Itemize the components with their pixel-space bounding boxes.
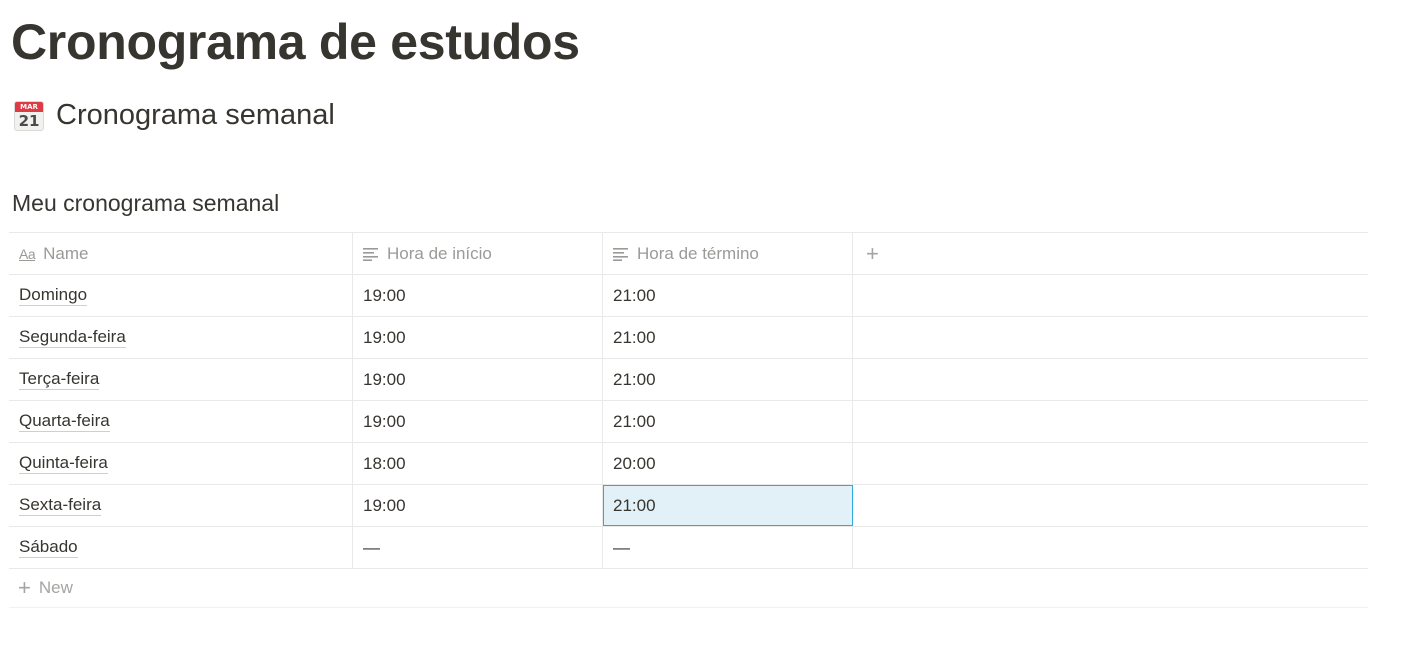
add-new-row-button[interactable]: + New [9,569,1368,608]
cell-hora-de-inicio[interactable]: 19:00 [353,485,603,526]
cell-value: — [613,537,630,557]
section-heading-text[interactable]: Cronograma semanal [56,99,335,132]
text-property-icon [363,247,379,261]
table-row[interactable]: Terça-feira 19:00 21:00 [9,359,1368,401]
column-header-hora-de-inicio[interactable]: Hora de início [353,233,603,274]
cell-hora-de-inicio[interactable]: 19:00 [353,275,603,316]
cell-value: 19:00 [363,369,406,389]
cell-value: 21:00 [613,327,656,347]
cell-name[interactable]: Segunda-feira [9,317,353,358]
cell-name[interactable]: Terça-feira [9,359,353,400]
cell-hora-de-termino[interactable]: 20:00 [603,443,853,484]
row-name[interactable]: Terça-feira [19,369,100,390]
row-name[interactable]: Quarta-feira [19,411,110,432]
column-header-label: Hora de início [387,243,492,263]
cell-empty [853,359,1368,400]
cell-value: 21:00 [613,495,656,515]
row-name[interactable]: Sexta-feira [19,495,102,516]
table-row[interactable]: Sexta-feira 19:00 21:00 [9,485,1368,527]
cell-hora-de-inicio[interactable]: 19:00 [353,401,603,442]
table-header-row: Aa Name Hora de início Hora de término + [9,233,1368,275]
database-title[interactable]: Meu cronograma semanal [12,190,279,217]
cell-hora-de-termino[interactable]: 21:00 [603,317,853,358]
table-row[interactable]: Quarta-feira 19:00 21:00 [9,401,1368,443]
cell-empty [853,443,1368,484]
add-column-cell: + [853,233,1368,274]
plus-icon[interactable]: + [866,241,879,267]
cell-hora-de-inicio[interactable]: — [353,527,603,568]
cell-value: 21:00 [613,369,656,389]
page: Cronograma de estudos MAR 21 Cronograma … [0,0,1401,648]
new-row-label: New [38,578,73,597]
selected-cell-hora-de-termino[interactable]: 21:00 [603,485,853,526]
cell-hora-de-inicio[interactable]: 18:00 [353,443,603,484]
cell-value: — [363,537,380,557]
cell-value: 18:00 [363,453,406,473]
column-header-label: Hora de término [637,243,759,263]
cell-hora-de-termino[interactable]: — [603,527,853,568]
column-header-hora-de-termino[interactable]: Hora de término [603,233,853,274]
calendar-month: MAR [15,102,43,112]
calendar-icon[interactable]: MAR 21 [14,101,44,131]
page-title[interactable]: Cronograma de estudos [11,10,580,74]
row-name[interactable]: Segunda-feira [19,327,126,348]
cell-empty [853,527,1368,568]
cell-value: 19:00 [363,495,406,515]
cell-empty [853,401,1368,442]
calendar-day: 21 [18,112,40,130]
cell-value: 19:00 [363,411,406,431]
row-name[interactable]: Sábado [19,537,78,558]
row-name[interactable]: Quinta-feira [19,453,108,474]
section-heading[interactable]: MAR 21 Cronograma semanal [14,95,335,135]
table-row[interactable]: Sábado — — [9,527,1368,569]
table-row[interactable]: Segunda-feira 19:00 21:00 [9,317,1368,359]
cell-value: 19:00 [363,327,406,347]
table-row[interactable]: Quinta-feira 18:00 20:00 [9,443,1368,485]
cell-hora-de-inicio[interactable]: 19:00 [353,359,603,400]
cell-value: 19:00 [363,285,406,305]
column-header-label: Name [43,243,89,263]
cell-hora-de-inicio[interactable]: 19:00 [353,317,603,358]
cell-name[interactable]: Quarta-feira [9,401,353,442]
cell-hora-de-termino[interactable]: 21:00 [603,359,853,400]
table-row[interactable]: Domingo 19:00 21:00 [9,275,1368,317]
cell-empty [853,317,1368,358]
cell-hora-de-termino[interactable]: 21:00 [603,401,853,442]
cell-name[interactable]: Quinta-feira [9,443,353,484]
column-header-name[interactable]: Aa Name [9,233,353,274]
cell-name[interactable]: Sexta-feira [9,485,353,526]
cell-value: 21:00 [613,285,656,305]
cell-name[interactable]: Sábado [9,527,353,568]
plus-icon: + [18,575,31,600]
cell-value: 21:00 [613,411,656,431]
title-property-icon: Aa [19,245,36,262]
cell-value: 20:00 [613,453,656,473]
text-property-icon [613,247,629,261]
row-name[interactable]: Domingo [19,285,88,306]
cell-hora-de-termino[interactable]: 21:00 [603,275,853,316]
cell-empty [853,485,1368,526]
cell-name[interactable]: Domingo [9,275,353,316]
database-table: Aa Name Hora de início Hora de término +… [9,232,1368,608]
cell-empty [853,275,1368,316]
